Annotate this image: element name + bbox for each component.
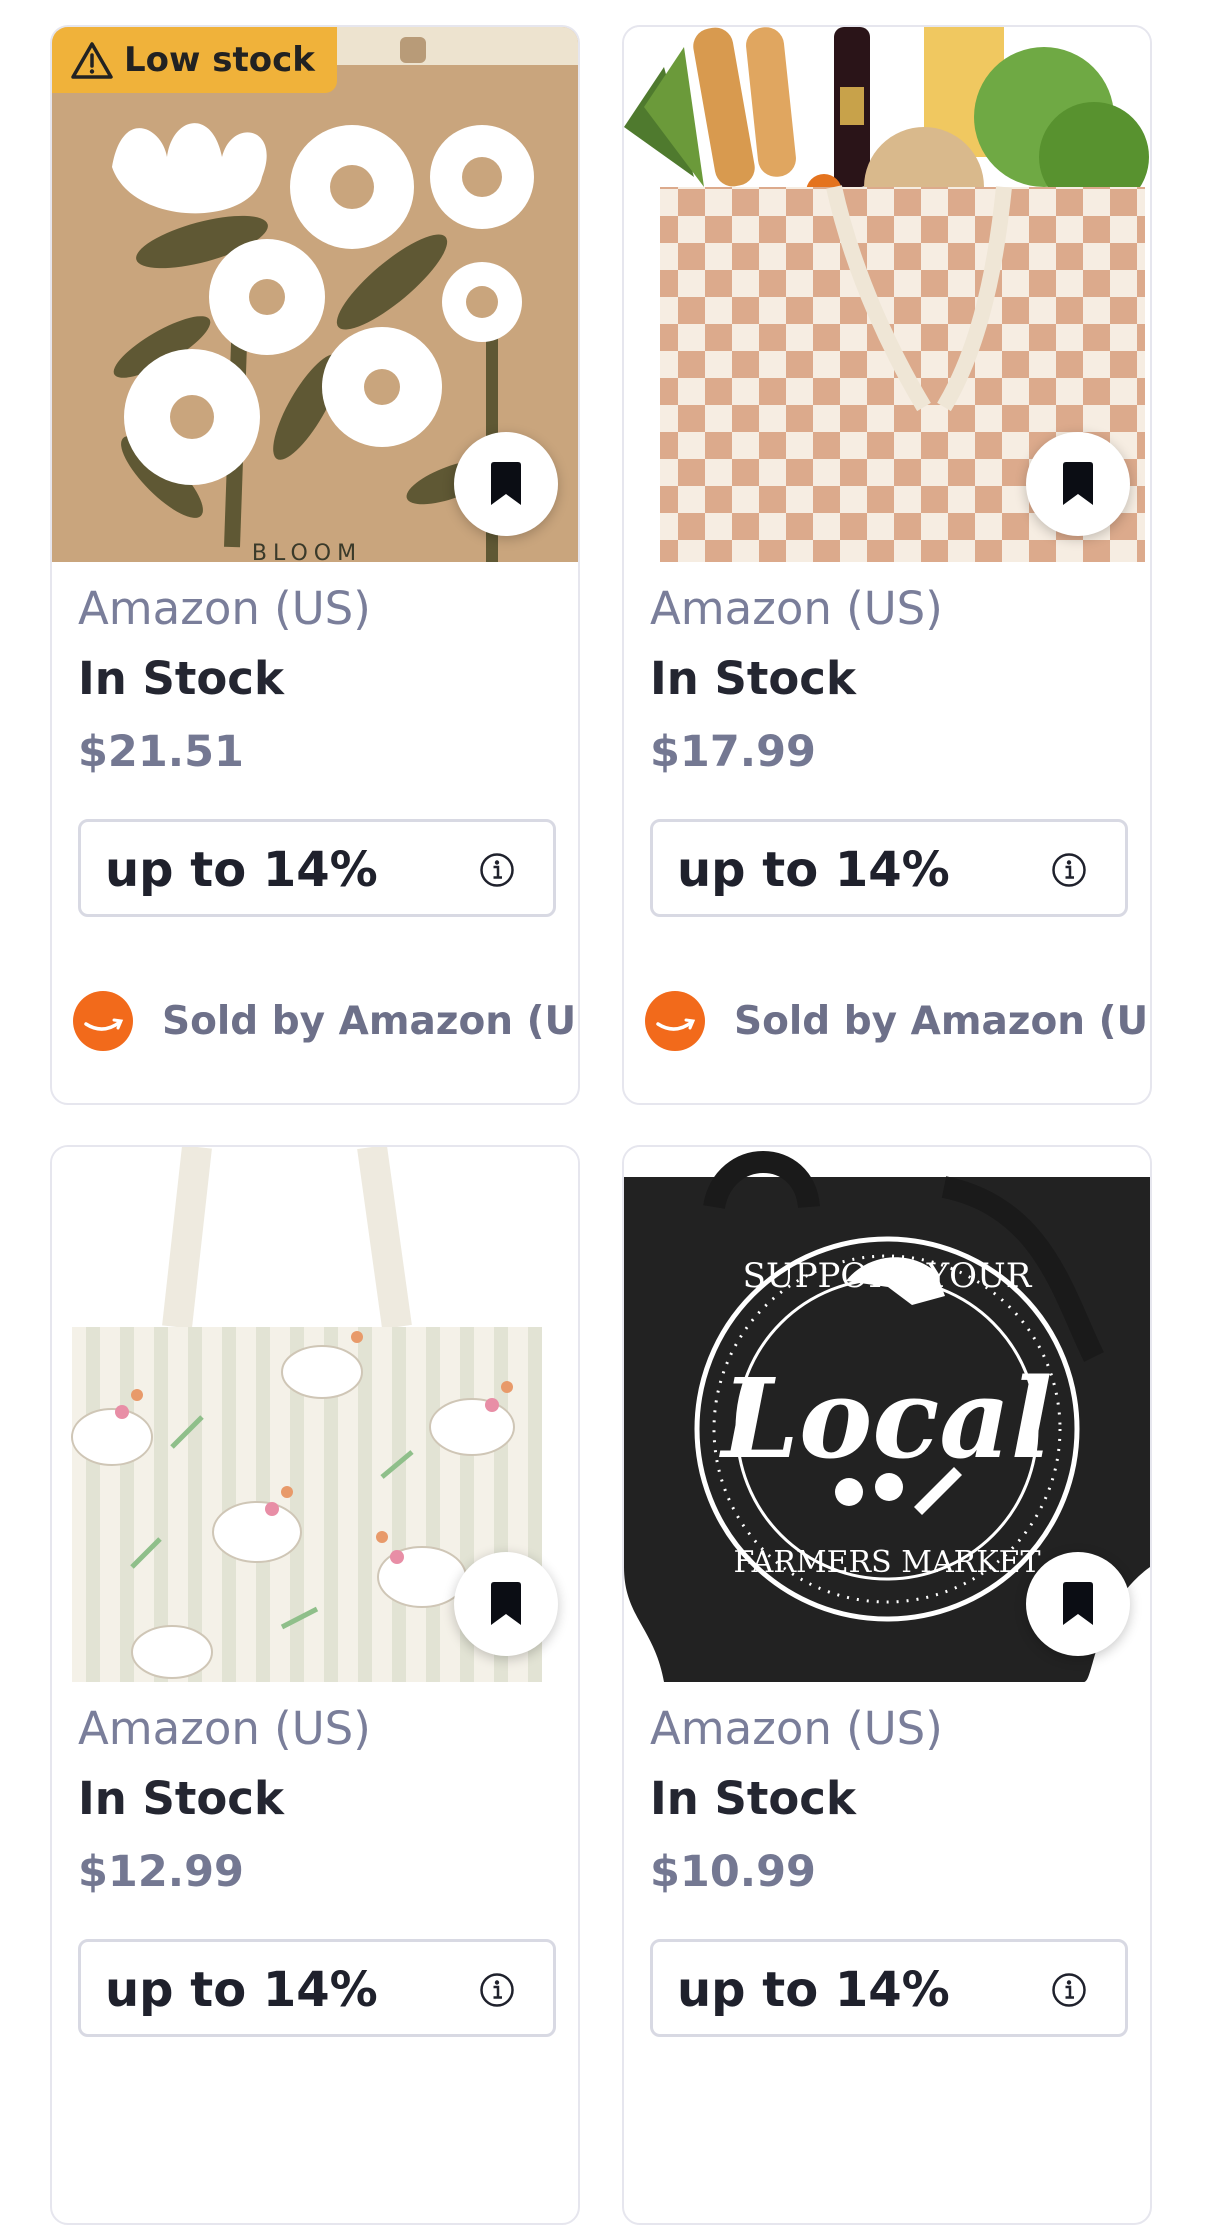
save-button[interactable] [1026,1552,1130,1656]
seller-label: Sold by Amazon (U... [162,998,580,1044]
local-script: Local [719,1354,1053,1483]
cashback-box[interactable]: up to 14% [650,819,1128,917]
save-button[interactable] [1026,432,1130,536]
seller-row[interactable]: Sold by Amazon (U... [644,989,1152,1053]
price: $12.99 [78,1847,244,1897]
product-image[interactable] [52,1147,578,1682]
low-stock-badge: Low stock [52,27,337,93]
stock-status: In Stock [78,1772,284,1825]
stock-status: In Stock [78,652,284,705]
info-icon[interactable] [479,1972,515,2008]
cashback-label: up to 14% [105,1962,378,2018]
product-card[interactable]: Amazon (US) In Stock $17.99 up to 14% So… [622,25,1152,1105]
cashback-label: up to 14% [677,842,950,898]
product-image[interactable] [624,27,1150,562]
save-button[interactable] [454,1552,558,1656]
cashback-box[interactable]: up to 14% [650,1939,1128,2037]
seller-row[interactable]: Sold by Amazon (U... [72,989,580,1053]
stock-status: In Stock [650,652,856,705]
cashback-box[interactable]: up to 14% [78,1939,556,2037]
bookmark-icon [491,462,521,505]
stock-status: In Stock [650,1772,856,1825]
warning-icon [71,42,113,79]
product-image[interactable]: BLOOM Low stock [52,27,578,562]
product-image[interactable]: SUPPORT YOUR Local FARMERS MARKET [624,1147,1150,1682]
product-card[interactable]: SUPPORT YOUR Local FARMERS MARKET Amazon… [622,1145,1152,2225]
product-card[interactable]: Amazon (US) In Stock $12.99 up to 14% [50,1145,580,2225]
price: $10.99 [650,1847,816,1897]
bloom-text: BLOOM [252,541,362,562]
info-icon[interactable] [1051,1972,1087,2008]
store-name: Amazon (US) [78,1702,371,1755]
bookmark-icon [491,1582,521,1625]
local-ring-top: SUPPORT YOUR [743,1256,1033,1296]
amazon-logo-icon [73,991,133,1051]
price: $17.99 [650,727,816,777]
cashback-label: up to 14% [105,842,378,898]
store-name: Amazon (US) [650,1702,943,1755]
product-card[interactable]: BLOOM Low stock Amazon (US) In Stock $21… [50,25,580,1105]
seller-label: Sold by Amazon (U... [734,998,1152,1044]
low-stock-label: Low stock [124,40,315,80]
cashback-box[interactable]: up to 14% [78,819,556,917]
cashback-label: up to 14% [677,1962,950,2018]
store-name: Amazon (US) [78,582,371,635]
bookmark-icon [1063,462,1093,505]
bookmark-icon [1063,1582,1093,1625]
info-icon[interactable] [1051,852,1087,888]
amazon-logo-icon [645,991,705,1051]
store-name: Amazon (US) [650,582,943,635]
info-icon[interactable] [479,852,515,888]
save-button[interactable] [454,432,558,536]
price: $21.51 [78,727,244,777]
local-ring-bottom: FARMERS MARKET [733,1545,1040,1580]
